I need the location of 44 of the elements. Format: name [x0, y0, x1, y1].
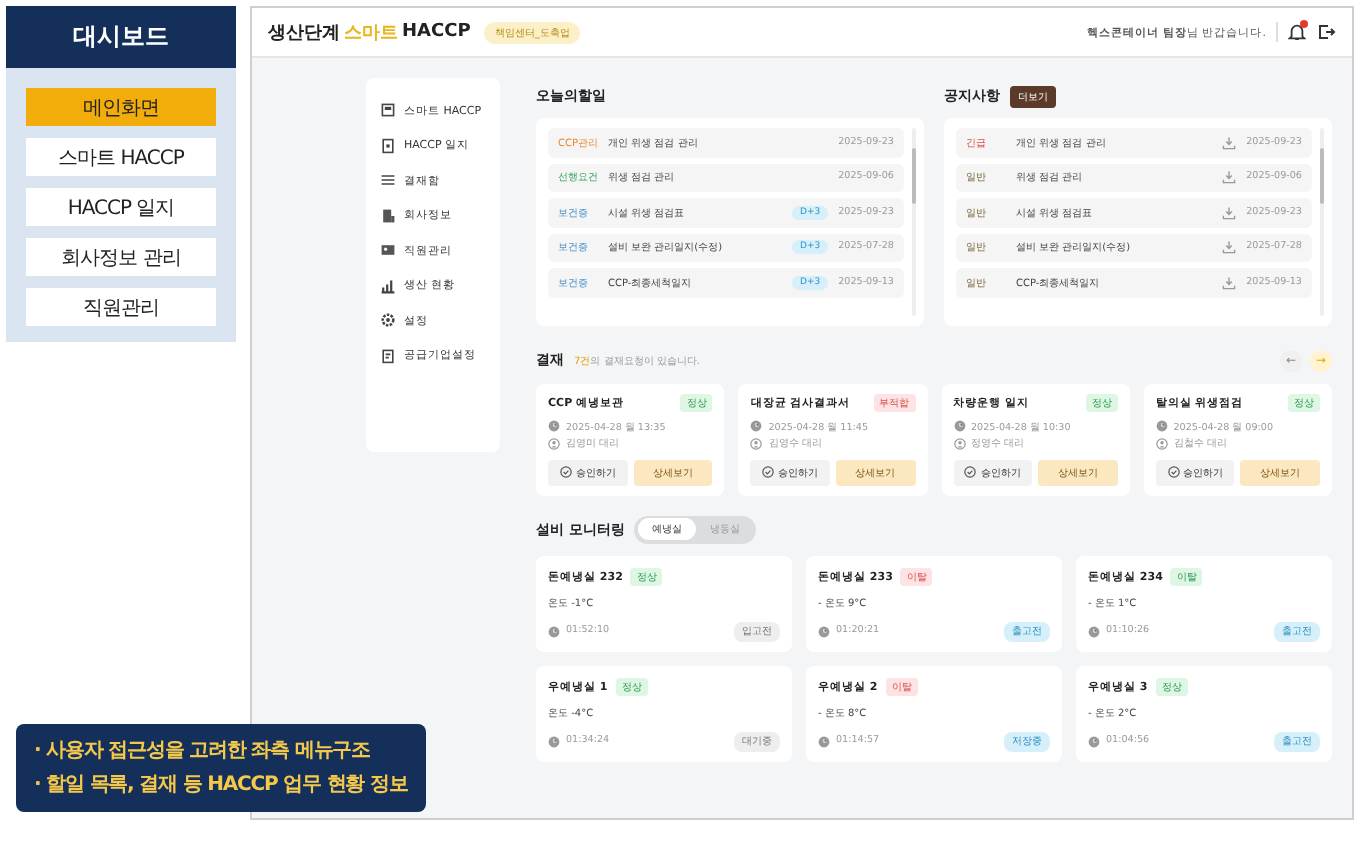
clock-icon [953, 420, 965, 432]
callout-text: · 사용자 접근성을 고려한 좌측 메뉴구조 [34, 738, 373, 764]
check-circle-icon [964, 466, 977, 478]
clock-icon [548, 625, 560, 637]
download-icon [1222, 205, 1237, 220]
menu-button[interactable]: 직원관리 [26, 288, 216, 326]
app-title-suffix: HACCP [402, 22, 471, 42]
clock-icon [1088, 735, 1100, 747]
logout-icon[interactable] [1316, 22, 1336, 42]
person-icon [1155, 437, 1168, 449]
clock-icon [818, 735, 830, 747]
document-icon [380, 137, 396, 153]
bar-chart-icon [380, 277, 396, 293]
download-icon [1222, 170, 1237, 185]
clock-icon [818, 625, 830, 637]
person-icon [548, 437, 560, 449]
download-icon [1222, 240, 1237, 255]
download-icon [1222, 275, 1237, 290]
menu-button[interactable]: 회사정보 관리 [26, 238, 216, 276]
clock-icon [548, 420, 560, 432]
menu-button[interactable]: 스마트 HACCP [26, 138, 216, 176]
check-circle-icon [1167, 466, 1180, 478]
id-card-icon [380, 242, 396, 258]
clock-icon [548, 735, 560, 747]
check-circle-icon [762, 466, 775, 478]
menu-button[interactable]: 메인화면 [26, 88, 216, 126]
person-icon [953, 437, 965, 449]
clock-icon [1088, 625, 1100, 637]
gear-icon [380, 312, 396, 328]
check-circle-icon [559, 466, 572, 478]
person-icon [750, 437, 763, 449]
menu-button[interactable]: HACCP 일지 [26, 188, 216, 226]
clipboard-icon [380, 347, 396, 363]
callout-text: · 할일 목록, 결재 등 HACCP 업무 현황 정보 [34, 772, 408, 798]
app-title-highlight: 스마트 [344, 21, 398, 45]
building-icon [380, 207, 396, 223]
sidebar-title: 대시보드 [6, 6, 236, 68]
app-title: 생산단계 [268, 21, 340, 45]
clock-icon [750, 420, 763, 432]
monitor-icon [380, 102, 396, 118]
clock-icon [1155, 420, 1168, 432]
download-icon [1222, 135, 1237, 150]
bell-icon[interactable] [1288, 22, 1306, 42]
list-icon [380, 172, 396, 188]
